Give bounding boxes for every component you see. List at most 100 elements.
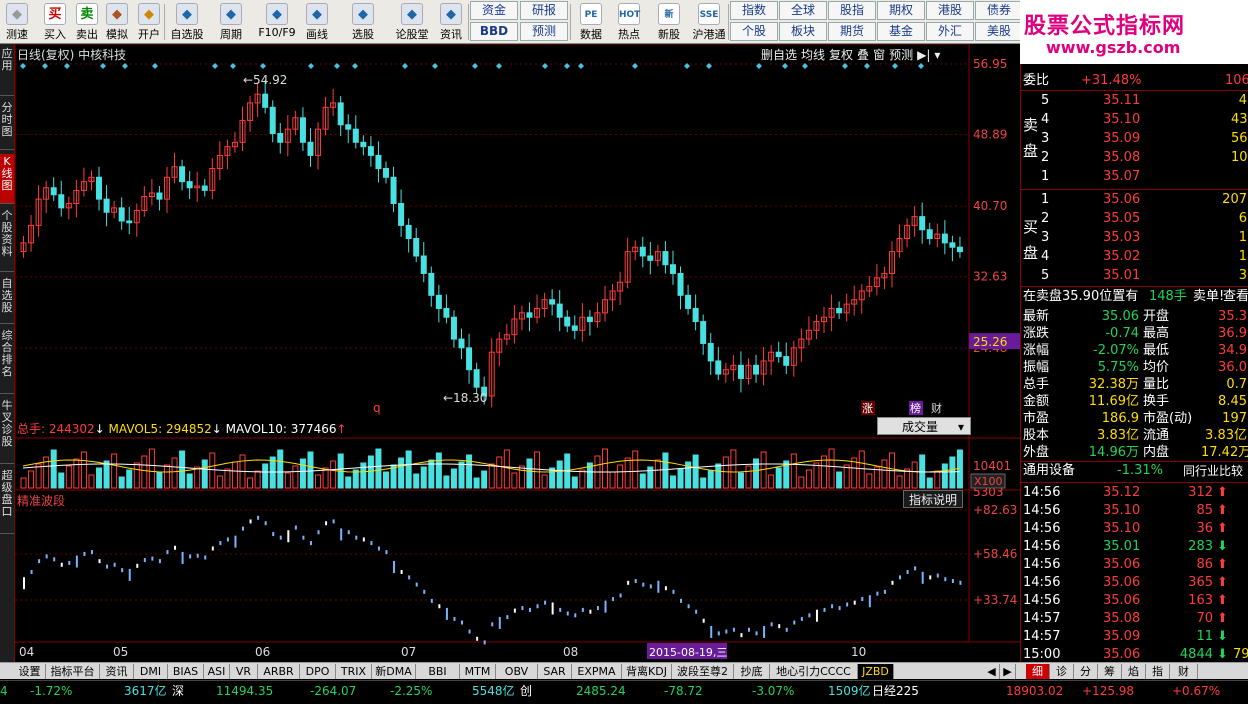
volume-bar — [632, 450, 639, 489]
toolbar-button-star[interactable]: ◆ 自选股 — [166, 0, 208, 44]
panel-tab[interactable]: 筹 — [1098, 664, 1122, 679]
toolbar-button-forum[interactable]: ◆ 论股堂 — [390, 0, 434, 44]
indicator-tab[interactable]: 新DMA — [372, 664, 416, 679]
candle — [458, 328, 465, 360]
left-nav-item[interactable]: 牛叉诊股 — [0, 398, 14, 464]
toolbar-small-button[interactable]: 资金 — [470, 1, 518, 20]
panel-tab[interactable]: 分 — [1074, 664, 1098, 679]
toolbar-button-数据[interactable]: PE 数据 — [572, 0, 610, 44]
toolbar-button-lock[interactable]: ◆ 开户 — [132, 0, 166, 44]
candle — [405, 218, 412, 253]
market-grid-button[interactable]: 期货 — [828, 22, 876, 41]
indicator-tab[interactable]: JZBD — [858, 664, 894, 679]
industry-compare-button[interactable]: 同行业比较 — [1183, 462, 1243, 480]
market-grid-button[interactable]: 全球 — [779, 1, 827, 20]
indicator-tab[interactable]: 背离KDJ — [622, 664, 672, 679]
market-grid-button[interactable]: 美股 — [975, 22, 1023, 41]
tab-scroll-right-icon[interactable]: ▶ — [1000, 664, 1016, 679]
left-nav-item[interactable]: 自选股 — [0, 276, 14, 324]
view-detail-link[interactable]: 查看详 — [1223, 288, 1248, 306]
indicator-tab[interactable]: 地心引力CCCC — [770, 664, 858, 679]
toolbar-button-buy[interactable]: 买买入 — [38, 0, 72, 44]
left-nav-item[interactable]: 分时图 — [0, 100, 14, 150]
volume-bar — [700, 477, 707, 489]
toolbar-button-新股[interactable]: 新新股 — [650, 0, 688, 44]
indicator-tab[interactable]: SAR — [538, 664, 572, 679]
panel-tab[interactable]: 指 — [1146, 664, 1170, 679]
toolbar-button-clock[interactable]: ◆ 周期 — [214, 0, 248, 44]
volume-indicator-select[interactable]: 成交量 ▾ — [877, 417, 971, 435]
indicator-tab[interactable]: TRIX — [336, 664, 372, 679]
quote-stat-row: 市盈 186.9 市盈(动) 197 — [1021, 410, 1248, 428]
signal-diamond-icon — [64, 63, 70, 69]
toolbar-button-f10[interactable]: ◆ F10/F9 — [256, 0, 298, 44]
toolbar-button-screen[interactable]: ◆ 选股 — [346, 0, 380, 44]
chevron-down-icon[interactable]: ▾ — [934, 48, 940, 62]
left-nav-item[interactable]: K线图 — [0, 154, 14, 204]
indicator-mark — [136, 563, 139, 568]
panel-tab[interactable]: 财 — [1170, 664, 1198, 679]
panel-tab[interactable]: 细 — [1026, 664, 1050, 679]
toolbar-small-button[interactable]: 预测 — [520, 22, 568, 41]
market-grid-button[interactable]: 债券 — [975, 1, 1023, 20]
indicator-tab[interactable]: ARBR — [258, 664, 300, 679]
volume-bar — [247, 477, 254, 489]
indicator-tab[interactable]: 波段至尊2 — [672, 664, 734, 679]
market-grid-button[interactable]: 指数 — [730, 1, 778, 20]
indicator-tab[interactable]: DPO — [300, 664, 336, 679]
toolbar-button-news[interactable]: ◆ 资讯 — [434, 0, 468, 44]
indicator-tab[interactable]: BIAS — [168, 664, 204, 679]
toolbar-button-sell[interactable]: 卖卖出 — [70, 0, 104, 44]
toolbar-button-pen[interactable]: ◆ 画线 — [300, 0, 334, 44]
panel-tab[interactable]: 焰 — [1122, 664, 1146, 679]
kline-chart-area[interactable]: 56.9548.8940.7032.6324.4825.26←54.92←18.… — [14, 43, 1021, 662]
toolbar-button-热点[interactable]: HOT 热点 — [610, 0, 648, 44]
toolbar-small-button[interactable]: 研报 — [520, 1, 568, 20]
market-grid-button[interactable]: 外汇 — [926, 22, 974, 41]
chart-tool-button[interactable]: 均线 — [801, 48, 825, 62]
left-nav-item[interactable]: 综合排名 — [0, 328, 14, 394]
chart-tool-button[interactable]: 预测 — [889, 48, 913, 62]
market-grid-button[interactable]: 股指 — [828, 1, 876, 20]
toolbar-small-button[interactable]: BBD — [470, 22, 518, 41]
chart-tool-button[interactable]: 复权 — [829, 48, 853, 62]
left-nav-item[interactable]: 超级盘口 — [0, 468, 14, 534]
indicator-mark — [423, 589, 426, 594]
toolbar-button-hammer[interactable]: ◆ 模拟 — [100, 0, 134, 44]
left-nav-item[interactable]: 应用 — [0, 46, 14, 96]
chart-tool-button[interactable]: 删自选 — [761, 48, 797, 62]
chart-tool-button[interactable]: 叠 — [857, 48, 869, 62]
kline-chart[interactable]: 56.9548.8940.7032.6324.4825.26←54.92←18.… — [14, 43, 1021, 662]
left-nav-item[interactable]: 个股资料 — [0, 208, 14, 272]
indicator-tab[interactable]: 资讯 — [100, 664, 134, 679]
toolbar-button-沪港通[interactable]: SSE 沪港通 — [690, 0, 728, 44]
indicator-tab[interactable]: OBV — [496, 664, 538, 679]
arrow-right-icon[interactable]: ▶| — [917, 48, 930, 62]
panel-tab[interactable]: 诊 — [1050, 664, 1074, 679]
indicator-tab[interactable]: DMI — [134, 664, 168, 679]
indicator-axis-label: +58.46 — [973, 547, 1017, 561]
indicator-tab[interactable]: 设置 — [14, 664, 46, 679]
market-grid-button[interactable]: 基金 — [877, 22, 925, 41]
indicator-help-button[interactable]: 指标说明 — [903, 490, 963, 508]
indicator-tab[interactable]: MTM — [460, 664, 496, 679]
market-grid-button[interactable]: 个股 — [730, 22, 778, 41]
indicator-tab[interactable]: VR — [230, 664, 258, 679]
indicator-tab[interactable]: BBI — [416, 664, 460, 679]
indicator-tab[interactable]: EXPMA — [572, 664, 622, 679]
market-grid-button[interactable]: 板块 — [779, 22, 827, 41]
candle — [775, 341, 782, 363]
indicator-tab[interactable]: 抄底 — [734, 664, 770, 679]
chart-tool-button[interactable]: 窗 — [873, 48, 885, 62]
indicator-tab[interactable]: ASI — [204, 664, 230, 679]
market-grid-button[interactable]: 期权 — [877, 1, 925, 20]
indicator-mark — [506, 615, 509, 620]
toolbar-button-speed[interactable]: ◆ 测速 — [0, 0, 34, 44]
volume-bar — [103, 460, 110, 489]
market-grid-button[interactable]: 港股 — [926, 1, 974, 20]
tab-scroll-left-icon[interactable]: ◀ — [984, 664, 1000, 679]
quote-stat-row: 外盘 14.96万 内盘 17.42万 — [1021, 444, 1248, 462]
candle — [35, 185, 42, 237]
toolbar-button-label: 资讯 — [440, 28, 462, 41]
indicator-tab[interactable]: 指标平台 — [46, 664, 100, 679]
